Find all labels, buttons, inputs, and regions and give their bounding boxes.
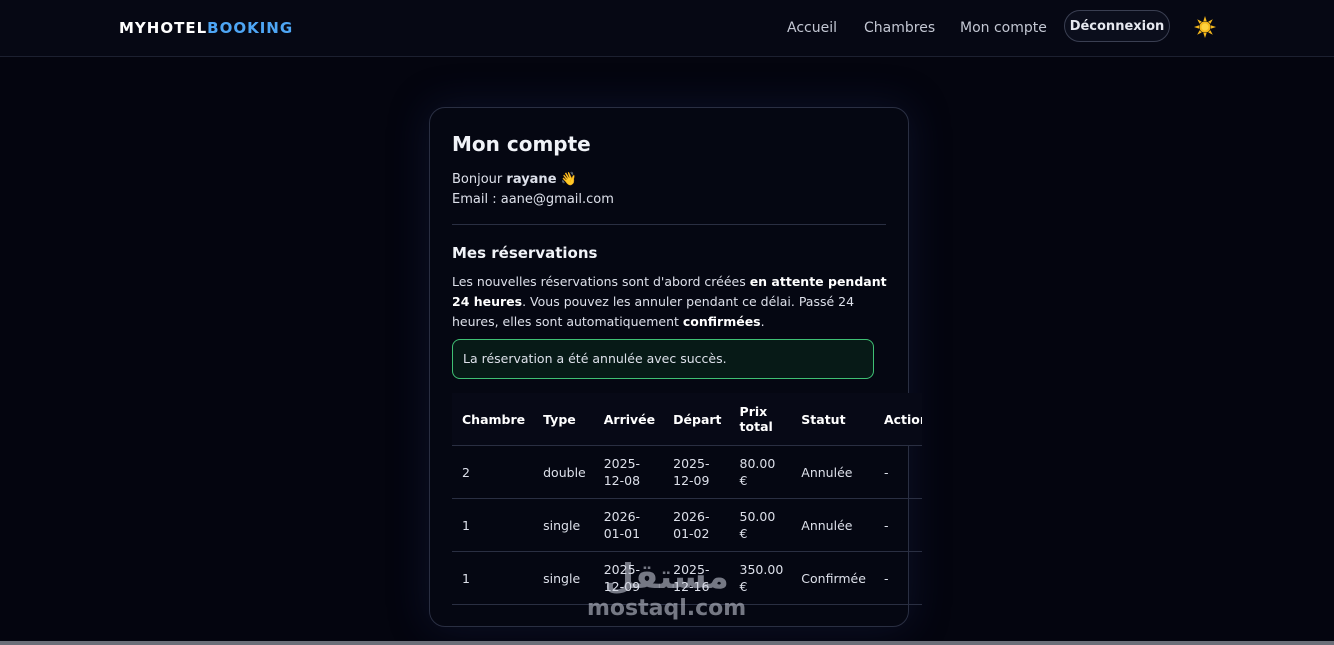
col-header-chambre: Chambre	[452, 393, 534, 446]
cell-statut: Annulée	[791, 498, 874, 552]
info-text-1: Les nouvelles réservations sont d'abord …	[452, 274, 750, 289]
greeting-prefix: Bonjour	[452, 172, 503, 187]
bottom-scroll-strip	[0, 641, 1334, 645]
nav-link-accueil[interactable]: Accueil	[787, 20, 837, 36]
success-alert: La réservation a été annulée avec succès…	[452, 339, 874, 379]
divider	[452, 224, 886, 225]
info-text-5: .	[760, 314, 765, 329]
cell-arrivee: 2026-01-01	[593, 498, 664, 552]
watermark: مستقل mostaql.com	[587, 558, 746, 622]
cell-statut: Confirmée	[791, 551, 874, 605]
logout-button[interactable]: Déconnexion	[1064, 10, 1170, 42]
brand-text-booking: BOOKING	[207, 19, 294, 37]
wave-emoji-icon: 👋	[560, 172, 577, 187]
cell-type: double	[533, 445, 594, 499]
greeting: Bonjour rayane 👋	[452, 172, 577, 187]
reservations-info: Les nouvelles réservations sont d'abord …	[452, 272, 892, 332]
cell-chambre: 1	[452, 498, 534, 552]
reservations-title: Mes réservations	[452, 244, 598, 262]
watermark-arabic: مستقل	[604, 557, 729, 597]
cell-depart: 2026-01-02	[663, 498, 730, 552]
account-card: Mon compte Bonjour rayane 👋 Email : aane…	[429, 107, 922, 627]
page-title: Mon compte	[452, 132, 591, 156]
cell-depart: 2025-12-09	[663, 445, 730, 499]
cell-prix: 50.00 €	[729, 498, 792, 552]
cell-action: -	[873, 445, 922, 499]
username: rayane	[506, 172, 557, 187]
sun-icon[interactable]	[1194, 16, 1216, 38]
cell-type: single	[533, 551, 594, 605]
col-header-statut: Statut	[791, 393, 874, 446]
col-header-prix-total: Prix total	[729, 393, 792, 446]
cell-statut: Annulée	[791, 445, 874, 499]
cell-chambre: 2	[452, 445, 534, 499]
nav-link-chambres[interactable]: Chambres	[864, 20, 935, 36]
col-header-type: Type	[533, 393, 594, 446]
brand-logo[interactable]: MYHOTELBOOKING	[119, 19, 293, 37]
email-label: Email :	[452, 192, 497, 207]
table-header-row: Chambre Type Arrivée Départ Prix total S…	[452, 393, 922, 446]
nav-link-mon-compte[interactable]: Mon compte	[960, 20, 1047, 36]
top-navbar: MYHOTELBOOKING Accueil Chambres Mon comp…	[0, 0, 1334, 57]
cell-action: -	[873, 551, 922, 605]
table-row: 1 single 2026-01-01 2026-01-02 50.00 € A…	[452, 498, 922, 552]
col-header-depart: Départ	[663, 393, 730, 446]
brand-text-myhotel: MYHOTEL	[119, 19, 208, 37]
col-header-action: Action	[873, 393, 922, 446]
info-confirmed: confirmées	[682, 314, 761, 329]
cell-action: -	[873, 498, 922, 552]
watermark-latin: mostaql.com	[587, 596, 747, 621]
cell-arrivee: 2025-12-08	[593, 445, 664, 499]
cell-chambre: 1	[452, 551, 534, 605]
cell-type: single	[533, 498, 594, 552]
email-value: aane@gmail.com	[500, 192, 614, 207]
col-header-arrivee: Arrivée	[593, 393, 664, 446]
table-row: 2 double 2025-12-08 2025-12-09 80.00 € A…	[452, 445, 922, 499]
email-line: Email : aane@gmail.com	[452, 192, 614, 207]
cell-prix: 80.00 €	[729, 445, 792, 499]
